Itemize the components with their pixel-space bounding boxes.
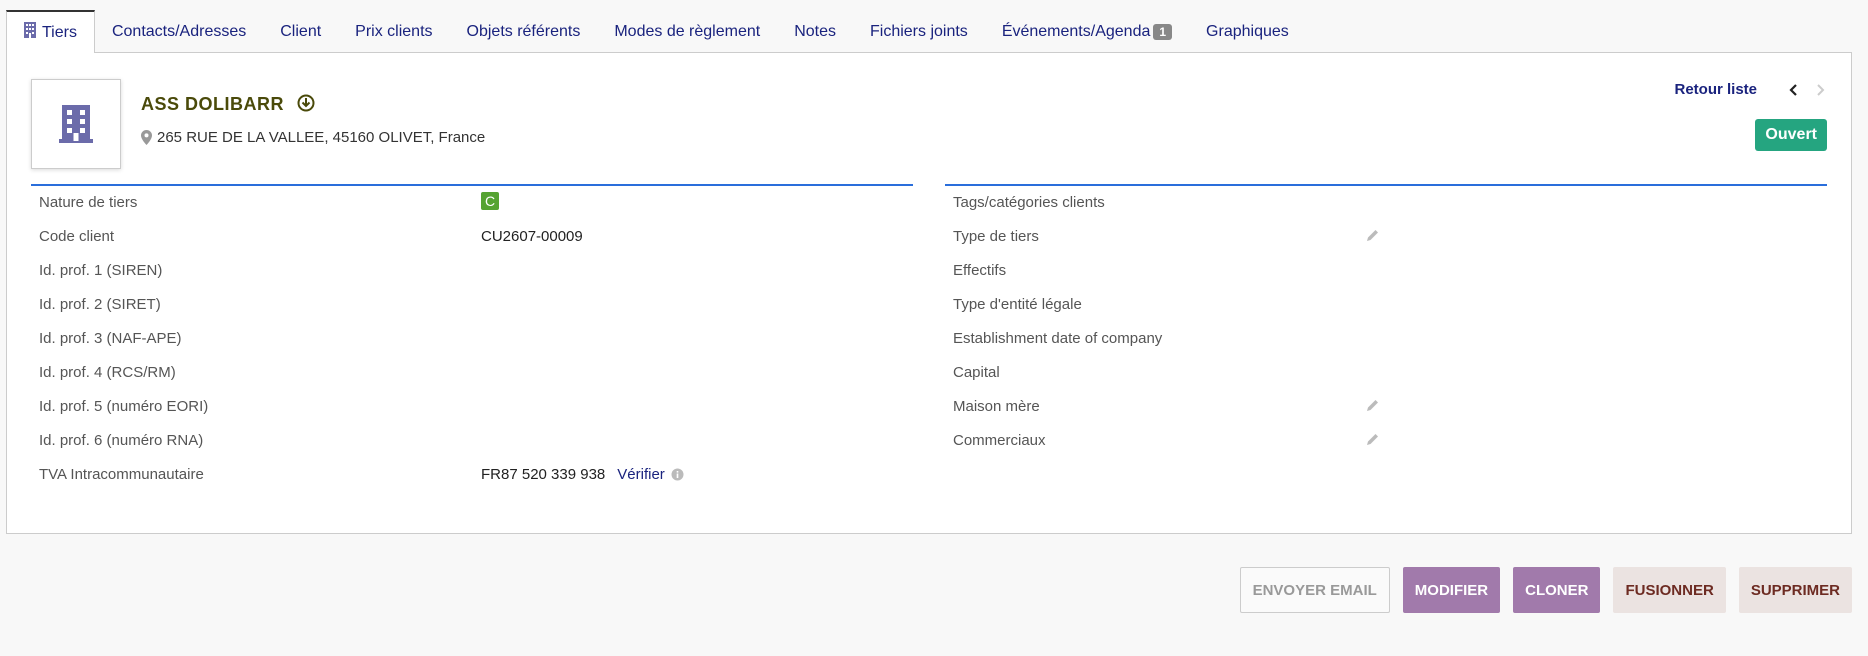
field-label: Type d'entité légale [953,296,1082,313]
info-icon[interactable] [671,468,684,481]
chevron-left-icon[interactable] [1787,83,1801,97]
status-badge: Ouvert [1755,119,1827,151]
field-value: C [481,192,500,210]
tab-evenements-agenda[interactable]: Événements/Agenda 1 [985,10,1189,53]
field-label: Capital [953,364,1000,381]
field-label: TVA Intracommunautaire [39,466,204,483]
download-icon[interactable] [297,94,315,117]
field-row: Capital [945,356,1827,390]
count-badge: 1 [1153,23,1173,40]
tab-label: Modes de règlement [614,22,761,40]
field-row: Establishment date of company [945,322,1827,356]
modify-button[interactable]: MODIFIER [1402,567,1501,613]
field-row: Effectifs [945,254,1827,288]
field-label: Id. prof. 4 (RCS/RM) [39,364,176,381]
tab-contacts[interactable]: Contacts/Adresses [95,10,263,53]
pencil-icon[interactable] [1365,398,1380,413]
field-row: Type de tiers [945,220,1827,254]
tab-label: Contacts/Adresses [111,22,247,40]
tab-objets-referents[interactable]: Objets référents [450,10,598,53]
record-navigation: Retour liste [1674,81,1827,98]
tab-label: Tiers [42,23,77,41]
send-email-button[interactable]: ENVOYER EMAIL [1239,567,1390,613]
field-value: FR87 520 339 938 Vérifier [481,466,684,483]
field-row: Type d'entité légale [945,288,1827,322]
tab-prix-clients[interactable]: Prix clients [338,10,449,53]
pencil-icon[interactable] [1365,228,1380,243]
thirdparty-card: ASS DOLIBARR 265 RUE DE LA VALLEE, 45160… [6,52,1852,534]
field-row: Id. prof. 5 (numéro EORI) [31,390,913,424]
field-label: Id. prof. 2 (SIRET) [39,296,161,313]
field-row: Id. prof. 3 (NAF-APE) [31,322,913,356]
field-row: Nature de tiers C [31,186,913,220]
back-to-list-link[interactable]: Retour liste [1674,81,1757,98]
action-bar: ENVOYER EMAIL MODIFIER CLONER FUSIONNER … [1239,567,1852,613]
building-icon [24,22,36,43]
verify-vat-link[interactable]: Vérifier [617,466,665,483]
right-fields: Tags/catégories clients Type de tiers Ef… [945,184,1827,458]
field-label: Code client [39,228,115,245]
thirdparty-name: ASS DOLIBARR [141,94,285,114]
tab-label: Graphiques [1206,22,1289,40]
field-label: Id. prof. 3 (NAF-APE) [39,330,182,347]
field-label: Type de tiers [953,228,1039,245]
field-label: Effectifs [953,262,1007,279]
tab-graphiques[interactable]: Graphiques [1189,10,1306,53]
merge-button[interactable]: FUSIONNER [1613,567,1726,613]
left-fields: Nature de tiers C Code client CU2607-000… [31,184,913,492]
tab-label: Notes [794,22,836,40]
field-row: Commerciaux [945,424,1827,458]
field-label: Establishment date of company [953,330,1163,347]
nature-badge: C [481,192,500,210]
field-label: Tags/catégories clients [953,194,1105,211]
field-row: Id. prof. 2 (SIRET) [31,288,913,322]
company-logo [31,79,121,169]
vat-number: FR87 520 339 938 [481,466,606,483]
tab-label: Client [280,22,322,40]
chevron-right-icon [1817,83,1825,96]
field-value: CU2607-00009 [481,228,583,245]
map-marker-icon [141,130,152,145]
tab-label: Événements/Agenda [1001,22,1151,40]
tab-label: Fichiers joints [870,22,968,40]
field-label: Nature de tiers [39,194,138,211]
clone-button[interactable]: CLONER [1513,567,1601,613]
field-row: Maison mère [945,390,1827,424]
field-label: Maison mère [953,398,1040,415]
tab-fichiers-joints[interactable]: Fichiers joints [853,10,985,53]
field-label: Id. prof. 1 (SIREN) [39,262,163,279]
field-row: Tags/catégories clients [945,186,1827,220]
building-icon [59,105,93,143]
field-label: Id. prof. 5 (numéro EORI) [39,398,209,415]
tab-label: Prix clients [355,22,433,40]
field-row: Id. prof. 4 (RCS/RM) [31,356,913,390]
delete-button[interactable]: SUPPRIMER [1738,567,1852,613]
field-label: Commerciaux [953,432,1046,449]
field-row: Code client CU2607-00009 [31,220,913,254]
tab-modes-reglement[interactable]: Modes de règlement [597,10,777,53]
pencil-icon[interactable] [1365,432,1380,447]
tab-client[interactable]: Client [263,10,338,53]
field-row: TVA Intracommunautaire FR87 520 339 938 … [31,458,913,492]
address: 265 RUE DE LA VALLEE, 45160 OLIVET, Fran… [141,129,485,146]
tab-bar: Tiers Contacts/Adresses Client Prix clie… [6,10,1306,53]
tab-label: Objets référents [466,22,581,40]
field-row: Id. prof. 1 (SIREN) [31,254,913,288]
tab-notes[interactable]: Notes [777,10,853,53]
address-text: 265 RUE DE LA VALLEE, 45160 OLIVET, Fran… [157,129,486,146]
field-row: Id. prof. 6 (numéro RNA) [31,424,913,458]
field-label: Id. prof. 6 (numéro RNA) [39,432,204,449]
tab-tiers[interactable]: Tiers [6,10,95,53]
